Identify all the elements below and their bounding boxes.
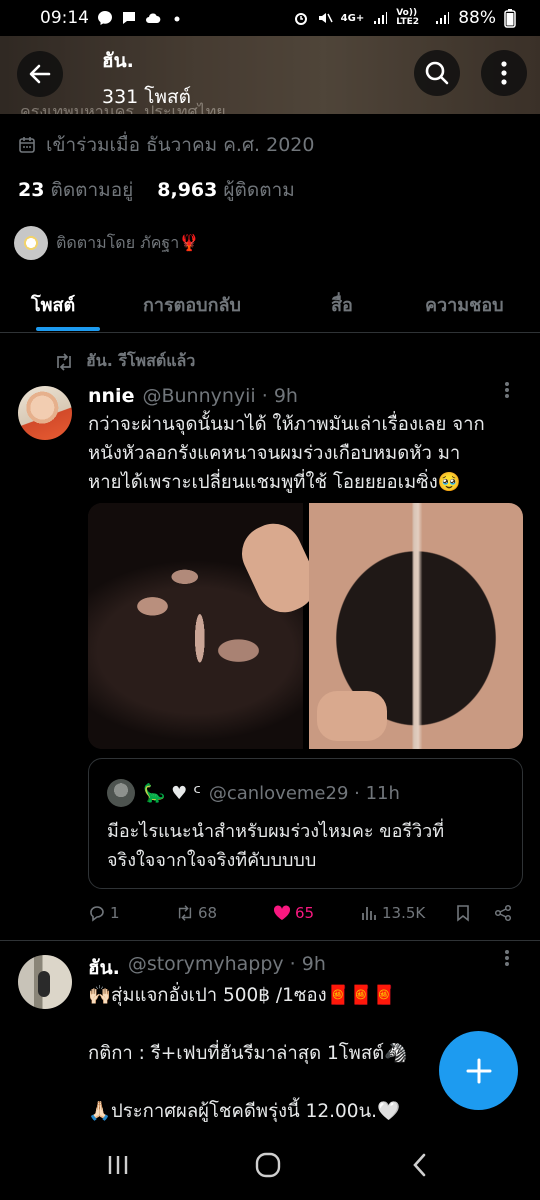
tab-posts[interactable]: โพสต์ xyxy=(31,290,75,319)
tweet1-text: กว่าจะผ่านจุดนั้นมาได้ ให้ภาพมันเล่าเรื่… xyxy=(88,414,485,493)
mute-icon xyxy=(318,13,333,23)
tweet1-handle-time[interactable]: @Bunnynyii · 9h xyxy=(142,385,298,407)
repost-count: 68 xyxy=(198,904,218,922)
follow-stats: 23 ติดตามอยู่ 8,963 ผู้ติดตาม xyxy=(18,175,295,205)
chat-bubble-icon xyxy=(123,12,135,24)
tab-replies[interactable]: การตอบกลับ xyxy=(143,290,241,319)
chevron-left-icon xyxy=(413,1153,426,1177)
battery-icon xyxy=(504,9,516,28)
like-button[interactable]: 65 xyxy=(273,904,314,922)
dot-icon xyxy=(174,16,180,22)
post-count: 331 โพสต์ xyxy=(102,86,191,108)
following-link[interactable]: 23 ติดตามอยู่ xyxy=(18,175,133,205)
heart-filled-icon xyxy=(273,905,291,920)
profile-tabs: โพสต์ การตอบกลับ สื่อ ความชอบ xyxy=(0,270,540,333)
plus-icon xyxy=(466,1058,491,1083)
tweet1-actions: 1 68 65 13.5K xyxy=(88,902,523,930)
repost-label: ฮัน. รีโพสต์แล้ว xyxy=(86,351,196,370)
more-vertical-icon xyxy=(505,382,509,398)
scalp-after-photo[interactable] xyxy=(308,503,523,749)
cloud-icon xyxy=(146,13,161,23)
followers-link[interactable]: 8,963 ผู้ติดตาม xyxy=(157,175,295,205)
reply-count: 1 xyxy=(110,904,120,922)
status-time: 09:14 xyxy=(40,8,89,28)
joined-date: เข้าร่วมเมื่อ ธันวาคม ค.ศ. 2020 xyxy=(18,130,314,160)
signal-icon xyxy=(374,12,388,24)
following-count: 23 xyxy=(18,179,45,201)
arrow-left-icon xyxy=(29,64,51,84)
recent-apps-icon xyxy=(108,1156,128,1174)
tweet2-header: ฮัน. @storymyhappy · 9h xyxy=(88,953,326,983)
quoted-tweet-avatar xyxy=(107,779,135,807)
tweet1-media[interactable] xyxy=(88,503,523,749)
back-button[interactable] xyxy=(17,51,63,97)
active-tab-indicator xyxy=(36,327,100,331)
battery-level: 88% xyxy=(458,8,496,28)
tweet1-header: nnie @Bunnynyii · 9h xyxy=(88,385,298,407)
more-vertical-icon xyxy=(501,61,507,85)
home-button[interactable] xyxy=(248,1150,288,1180)
volte-label: Vo)) LTE2 xyxy=(396,8,419,27)
signal-icon-2 xyxy=(436,12,450,24)
tweet-divider xyxy=(0,940,540,941)
quoted-tweet-text: มีอะไรแนะนำสำหรับผมร่วงไหมคะ ขอรีวิวที่ … xyxy=(107,821,445,871)
views-chart-icon xyxy=(362,907,376,920)
quoted-tweet-author: 🦕 ♥ ᑦ xyxy=(143,782,201,804)
reply-icon xyxy=(90,906,104,922)
network-type: 4G+ xyxy=(340,12,365,24)
tweet1-more-button[interactable] xyxy=(504,380,510,405)
views-button[interactable]: 13.5K xyxy=(360,904,425,922)
profile-name: ฮัน. xyxy=(102,50,134,72)
repost-context[interactable]: ฮัน. รีโพสต์แล้ว xyxy=(54,349,195,374)
compose-post-button[interactable] xyxy=(439,1031,518,1110)
more-options-button[interactable] xyxy=(481,50,527,96)
bookmark-icon xyxy=(457,905,469,922)
share-button[interactable] xyxy=(494,904,512,922)
alarm-icon xyxy=(294,13,307,25)
followed-by-avatar xyxy=(14,226,48,260)
search-button[interactable] xyxy=(414,50,460,96)
tweet2-author-name[interactable]: ฮัน. xyxy=(88,953,120,983)
repost-icon xyxy=(178,905,192,921)
tab-likes[interactable]: ความชอบ xyxy=(425,290,504,319)
bookmark-button[interactable] xyxy=(454,904,472,922)
repost-button[interactable]: 68 xyxy=(176,904,217,922)
more-vertical-icon xyxy=(505,950,509,966)
followed-by-text: ติดตามโดย ภัคฐา🦞 xyxy=(56,232,200,252)
system-nav-bar xyxy=(0,1130,540,1200)
reply-button[interactable]: 1 xyxy=(88,904,120,922)
tab-media[interactable]: สื่อ xyxy=(331,290,353,319)
tweet2-avatar[interactable] xyxy=(18,955,72,1009)
repost-icon xyxy=(57,352,71,371)
search-icon xyxy=(425,61,449,85)
followers-label: ผู้ติดตาม xyxy=(223,179,295,201)
messenger-icon xyxy=(98,11,112,25)
share-icon xyxy=(494,904,512,922)
following-label: ติดตามอยู่ xyxy=(50,179,134,201)
followed-by[interactable]: ติดตามโดย ภัคฐา🦞 xyxy=(14,226,199,260)
tweet1-avatar[interactable] xyxy=(18,386,72,440)
scalp-before-photo[interactable] xyxy=(88,503,303,749)
joined-text: เข้าร่วมเมื่อ ธันวาคม ค.ศ. 2020 xyxy=(46,134,315,156)
tweet1-author-name[interactable]: nnie xyxy=(88,385,134,407)
quoted-tweet-handle-time: @canloveme29 · 11h xyxy=(208,782,400,804)
home-icon xyxy=(255,1152,281,1178)
tweet2-more-button[interactable] xyxy=(504,948,510,973)
system-back-button[interactable] xyxy=(400,1150,440,1180)
views-count: 13.5K xyxy=(382,904,426,922)
calendar-icon xyxy=(19,137,35,153)
status-bar: 09:14 4G+ Vo)) LTE2 88% xyxy=(0,0,540,36)
profile-header: ครุงเทพมหานคร, ประเทศไทย ฮัน. 331 โพสต์ xyxy=(0,36,540,114)
recent-apps-button[interactable] xyxy=(98,1150,138,1180)
followers-count: 8,963 xyxy=(157,179,218,201)
quoted-tweet-header: 🦕 ♥ ᑦ @canloveme29 · 11h xyxy=(107,779,400,807)
tweet2-handle-time[interactable]: @storymyhappy · 9h xyxy=(128,953,326,983)
quoted-tweet[interactable]: 🦕 ♥ ᑦ @canloveme29 · 11h มีอะไรแนะนำสำหร… xyxy=(88,758,523,889)
like-count: 65 xyxy=(295,904,315,922)
